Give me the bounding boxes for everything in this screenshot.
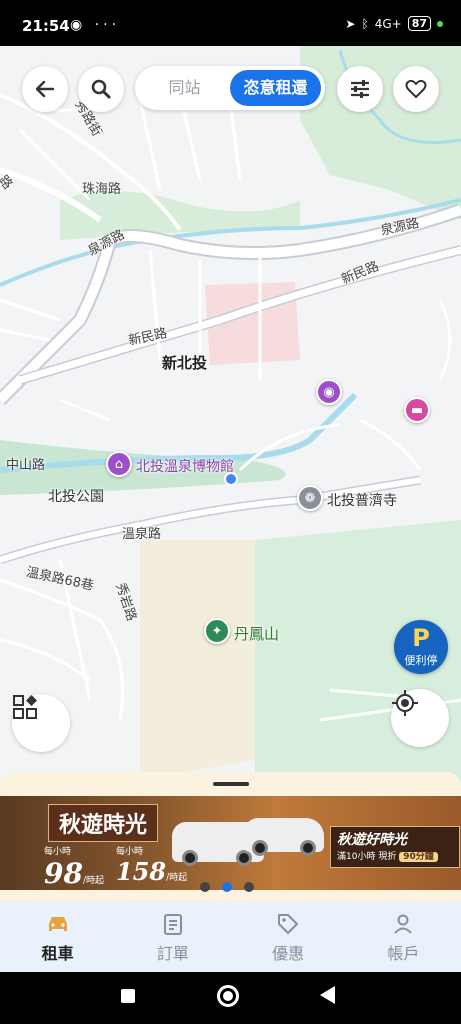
tab-rent-car[interactable]: 租車 [0,902,115,972]
system-icons: ➤ ᛒ 4G+ 87 [345,16,443,31]
network-label: 4G+ [374,16,402,31]
museum-icon[interactable]: ⌂ [106,451,132,477]
battery-icon: 87 [407,16,431,31]
heart-icon [405,79,427,98]
clock: 21:54 [22,17,70,35]
parking-label: 便利停 [404,654,438,667]
price-1-value: 98 [44,857,83,890]
label-museum[interactable]: 北投溫泉博物館 [136,456,234,476]
road-wenquan: 溫泉路 [122,527,162,542]
banner-title: 秋遊時光 [48,804,159,842]
search-icon [91,79,111,99]
car-icon [0,912,115,940]
segment-same-station[interactable]: 同站 [139,70,230,106]
back-button[interactable] [22,66,68,112]
banner-promo-box: 秋遊好時光 滿10小時 現折 90分鐘 [330,826,460,868]
price-1: 每小時 98/時起 [44,844,104,890]
status-bar: 21:54 ◉ ··· ➤ ᛒ 4G+ 87 [0,0,461,46]
privacy-dot [437,20,443,27]
parking-letter: P [412,624,430,652]
layers-icon [13,695,37,719]
promo-banner[interactable]: 秋遊時光 每小時 98/時起 每小時 158/時起 秋遊好時光 滿10小時 現折… [0,796,461,890]
sheet-handle[interactable] [213,782,249,786]
hotel-icon[interactable]: ▬ [404,397,430,423]
map-view[interactable]: ◉ ▬ ⌂ ❁ ✦ 新北投 北投溫泉博物館 北投公園 北投普濟寺 丹鳳山 泉源路… [0,46,461,790]
carousel-dot[interactable] [200,882,210,892]
recents-button[interactable] [121,989,135,1003]
label-beitou-park[interactable]: 北投公園 [48,486,104,506]
tab-rent-car-label: 租車 [41,944,74,963]
home-button[interactable] [217,985,239,1007]
filter-button[interactable] [337,66,383,112]
banner-right-badge: 90分鐘 [399,852,438,862]
location-icon: ➤ [345,16,356,31]
price-1-tag: 每小時 [44,847,72,857]
rental-mode-toggle[interactable]: 同站 恣意租還 [135,66,325,110]
bottom-sheet[interactable]: 秋遊時光 每小時 98/時起 每小時 158/時起 秋遊好時光 滿10小時 現折… [0,772,461,902]
road-zhuhai: 珠海路 [82,182,122,197]
parking-button[interactable]: P 便利停 [394,620,448,674]
system-nav-bar [0,972,461,1024]
tab-orders[interactable]: 訂單 [115,902,230,972]
sliders-icon [351,80,369,98]
road-zhongshan: 中山路 [6,458,46,473]
tag-icon [231,912,346,940]
car-image-2 [244,818,324,856]
user-icon [346,912,461,940]
my-location-button[interactable] [391,689,449,747]
banner-right-sub: 滿10小時 現折 90分鐘 [337,849,453,862]
favorite-button[interactable] [393,66,439,112]
carousel-dot[interactable] [244,882,254,892]
map-canvas [0,46,461,790]
carousel-dots[interactable] [200,882,254,892]
camera-icon[interactable]: ◉ [316,379,342,405]
segment-free-return[interactable]: 恣意租還 [230,70,321,106]
price-2-unit: /時起 [166,873,188,883]
top-controls: 同站 恣意租還 [0,64,461,114]
carousel-dot-active[interactable] [222,882,232,892]
tab-account[interactable]: 帳戶 [346,902,461,972]
hiking-icon[interactable]: ✦ [204,618,230,644]
price-1-unit: /時起 [82,876,105,886]
temple-icon[interactable]: ❁ [297,485,323,511]
tab-bar: 租車 訂單 優惠 帳戶 [0,902,461,972]
tab-deals[interactable]: 優惠 [231,902,346,972]
order-icon [115,912,230,940]
search-button[interactable] [78,66,124,112]
tab-account-label: 帳戶 [387,944,420,963]
bluetooth-icon: ᛒ [361,16,369,31]
tab-deals-label: 優惠 [272,944,305,963]
back-nav-button[interactable] [320,986,335,1004]
label-xinbeitou: 新北投 [162,354,208,372]
label-danfeng-mountain[interactable]: 丹鳳山 [234,623,279,644]
back-arrow-icon [35,80,55,98]
notification-icons: ◉ ··· [70,17,121,33]
price-2-value: 158 [116,857,167,886]
tab-orders-label: 訂單 [156,944,189,963]
layers-button[interactable] [12,694,70,752]
banner-right-title: 秋遊好時光 [337,832,407,848]
label-puji-temple[interactable]: 北投普濟寺 [327,490,397,510]
crosshair-icon [392,690,418,716]
